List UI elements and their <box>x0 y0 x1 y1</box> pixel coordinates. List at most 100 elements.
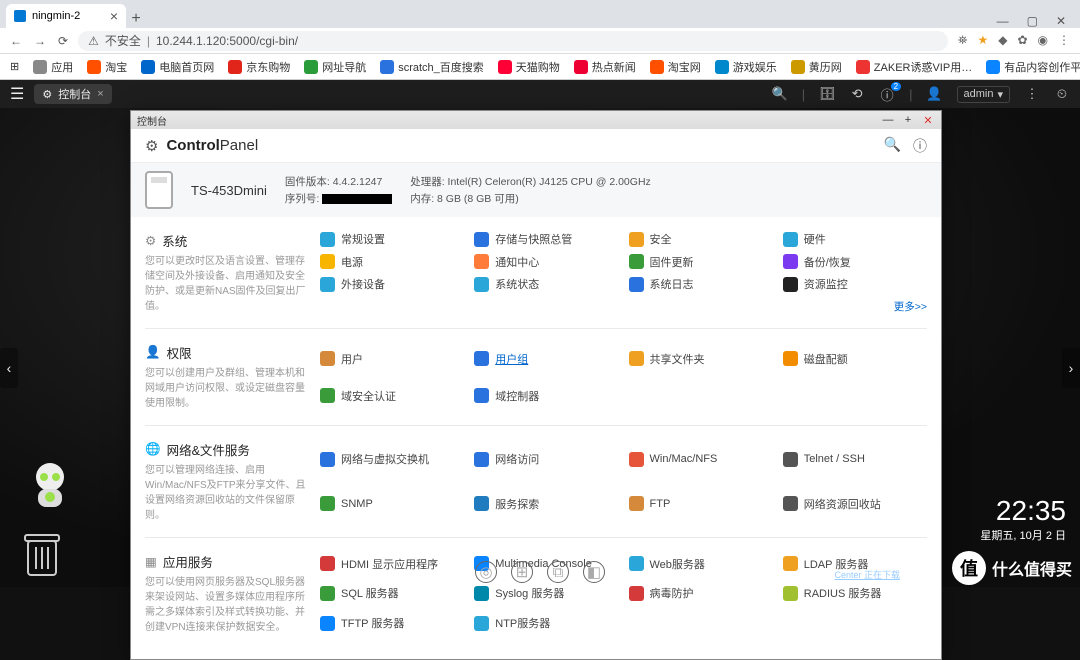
cp-item[interactable]: 用户组 <box>474 343 618 374</box>
bookmark-item[interactable]: 京东购物 <box>228 59 290 75</box>
extension-icon[interactable]: ◆ <box>998 33 1007 48</box>
cp-item[interactable]: TFTP 服务器 <box>320 611 464 635</box>
cp-item[interactable]: 电源 <box>320 254 464 271</box>
profile-icon[interactable]: ◉ <box>1038 33 1048 48</box>
user-icon[interactable]: 👤 <box>927 86 943 102</box>
recycle-bin-icon[interactable] <box>22 531 62 579</box>
cp-item[interactable]: 存储与快照总管 <box>474 231 618 248</box>
cp-item[interactable]: 系统状态 <box>474 276 618 293</box>
cp-item[interactable]: NTP服务器 <box>474 611 618 635</box>
cp-item[interactable]: HDMI 显示应用程序 <box>320 552 464 576</box>
cp-item[interactable]: Syslog 服务器 <box>474 582 618 606</box>
cp-item[interactable]: 常规设置 <box>320 231 464 248</box>
cp-item[interactable]: 通知中心 <box>474 254 618 271</box>
dock-button[interactable]: ◧ <box>583 561 605 583</box>
bookmark-item[interactable]: 电脑首页网 <box>141 59 214 75</box>
window-maximize-icon[interactable]: + <box>901 114 915 127</box>
cp-item[interactable]: SQL 服务器 <box>320 582 464 606</box>
browser-menu-icon[interactable]: ⋮ <box>1058 33 1070 48</box>
header-search-icon[interactable]: 🔍 <box>884 136 901 156</box>
header-help-icon[interactable]: ⓘ <box>913 136 927 156</box>
notification-icon[interactable]: ⓘ <box>879 86 895 102</box>
new-tab-button[interactable]: + <box>126 10 146 28</box>
bookmark-item[interactable]: ZAKER诱惑VIP用… <box>856 59 972 75</box>
serial-label: 序列号: <box>285 193 319 205</box>
download-status-link[interactable]: Center 正在下载 <box>834 568 900 581</box>
desktop-next-icon[interactable]: › <box>1062 348 1080 388</box>
cp-item[interactable]: 外接设备 <box>320 276 464 293</box>
bookmark-favicon <box>87 60 101 74</box>
desktop-prev-icon[interactable]: ‹ <box>0 348 18 388</box>
item-icon <box>783 351 798 366</box>
cp-item[interactable]: 网络与虚拟交换机 <box>320 440 464 479</box>
cp-item[interactable]: Web服务器 <box>629 552 773 576</box>
cp-item[interactable]: 域控制器 <box>474 380 618 411</box>
cp-item[interactable]: 安全 <box>629 231 773 248</box>
window-maximize-button[interactable]: ▢ <box>1027 14 1038 28</box>
bookmark-item[interactable]: 游戏娱乐 <box>715 59 777 75</box>
cp-item[interactable]: RADIUS 服务器 <box>783 582 927 606</box>
bookmark-item[interactable]: 网址导航 <box>304 59 366 75</box>
item-label: SQL 服务器 <box>341 585 399 601</box>
apps-icon[interactable]: ⊞ <box>10 60 19 73</box>
cp-item[interactable]: 共享文件夹 <box>629 343 773 374</box>
cp-item[interactable]: Win/Mac/NFS <box>629 440 773 479</box>
cp-item[interactable]: 硬件 <box>783 231 927 248</box>
window-minimize-button[interactable]: — <box>997 14 1009 28</box>
dock-button[interactable]: ⊞ <box>511 561 533 583</box>
bookmark-item[interactable]: 有品内容创作平台 <box>986 59 1080 75</box>
bookmark-item[interactable]: 应用 <box>33 59 73 75</box>
dock-button[interactable]: ◎ <box>475 561 497 583</box>
cp-item[interactable]: SNMP <box>320 485 464 524</box>
cp-item[interactable]: 用户 <box>320 343 464 374</box>
volume-icon[interactable]: 🗄 <box>819 86 835 102</box>
bookmark-item[interactable]: 淘宝网 <box>650 59 701 75</box>
sync-icon[interactable]: ⟲ <box>849 86 865 102</box>
browser-tab[interactable]: ningmin-2 × <box>6 4 126 28</box>
extension-icon[interactable]: ⛯ <box>958 33 968 48</box>
extension-icon[interactable]: ✿ <box>1017 33 1027 48</box>
dashboard-icon[interactable]: ⏲ <box>1054 86 1070 102</box>
qnap-topbar: ☰ ⚙ 控制台 × 🔍 | 🗄 ⟲ ⓘ | 👤 admin▾ ⋮ ⏲ <box>0 80 1080 108</box>
cp-item[interactable]: 固件更新 <box>629 254 773 271</box>
bookmarks-bar: ⊞ 应用淘宝电脑首页网京东购物网址导航 scratch_百度搜索天猫购物热点新闻 淘… <box>0 54 1080 80</box>
section-desc: 您可以创建用户及群组、管理本机和网域用户访问权限、或设定磁盘容量使用限制。 <box>145 366 310 411</box>
address-bar[interactable]: ⚠ 不安全 | 10.244.1.120:5000/cgi-bin/ <box>78 31 948 51</box>
nav-forward-icon[interactable]: → <box>34 34 46 48</box>
more-link[interactable]: 更多>> <box>783 299 927 315</box>
dock-button[interactable]: ⧉ <box>547 561 569 583</box>
nav-back-icon[interactable]: ← <box>10 34 22 48</box>
window-close-button[interactable]: ✕ <box>1056 14 1066 28</box>
cp-item[interactable]: 系统日志 <box>629 276 773 293</box>
user-menu[interactable]: admin▾ <box>957 86 1011 103</box>
window-minimize-icon[interactable]: — <box>881 114 895 127</box>
cp-item[interactable]: 网络资源回收站 <box>783 485 927 524</box>
search-icon[interactable]: 🔍 <box>772 86 788 102</box>
item-label: 网络访问 <box>495 451 539 467</box>
window-titlebar[interactable]: 控制台 — + ✕ <box>131 111 941 129</box>
qbot-icon[interactable] <box>20 457 80 517</box>
taskbar-tab[interactable]: ⚙ 控制台 × <box>34 84 111 104</box>
cp-item[interactable]: 服务探索 <box>474 485 618 524</box>
bookmark-item[interactable]: 淘宝 <box>87 59 127 75</box>
taskbar-close-icon[interactable]: × <box>97 88 103 100</box>
cp-item[interactable]: 域安全认证 <box>320 380 464 411</box>
cp-item[interactable]: Telnet / SSH <box>783 440 927 479</box>
cp-item[interactable]: 网络访问 <box>474 440 618 479</box>
tab-close-icon[interactable]: × <box>110 9 118 23</box>
menu-icon[interactable]: ☰ <box>10 84 24 104</box>
star-icon[interactable]: ★ <box>977 33 988 48</box>
cp-item[interactable]: 病毒防护 <box>629 582 773 606</box>
cp-item[interactable]: 资源监控 <box>783 276 927 293</box>
cp-item[interactable]: 磁盘配额 <box>783 343 927 374</box>
bookmark-item[interactable]: 热点新闻 <box>574 59 636 75</box>
window-close-icon[interactable]: ✕ <box>921 114 935 127</box>
bookmark-item[interactable]: 黄历网 <box>791 59 842 75</box>
bookmark-item[interactable]: 天猫购物 <box>498 59 560 75</box>
bookmark-label: 淘宝网 <box>668 59 701 75</box>
more-icon[interactable]: ⋮ <box>1024 86 1040 102</box>
cp-item[interactable]: 备份/恢复 <box>783 254 927 271</box>
bookmark-item[interactable]: scratch_百度搜索 <box>380 59 484 75</box>
cp-item[interactable]: FTP <box>629 485 773 524</box>
nav-reload-icon[interactable]: ⟳ <box>58 34 68 48</box>
